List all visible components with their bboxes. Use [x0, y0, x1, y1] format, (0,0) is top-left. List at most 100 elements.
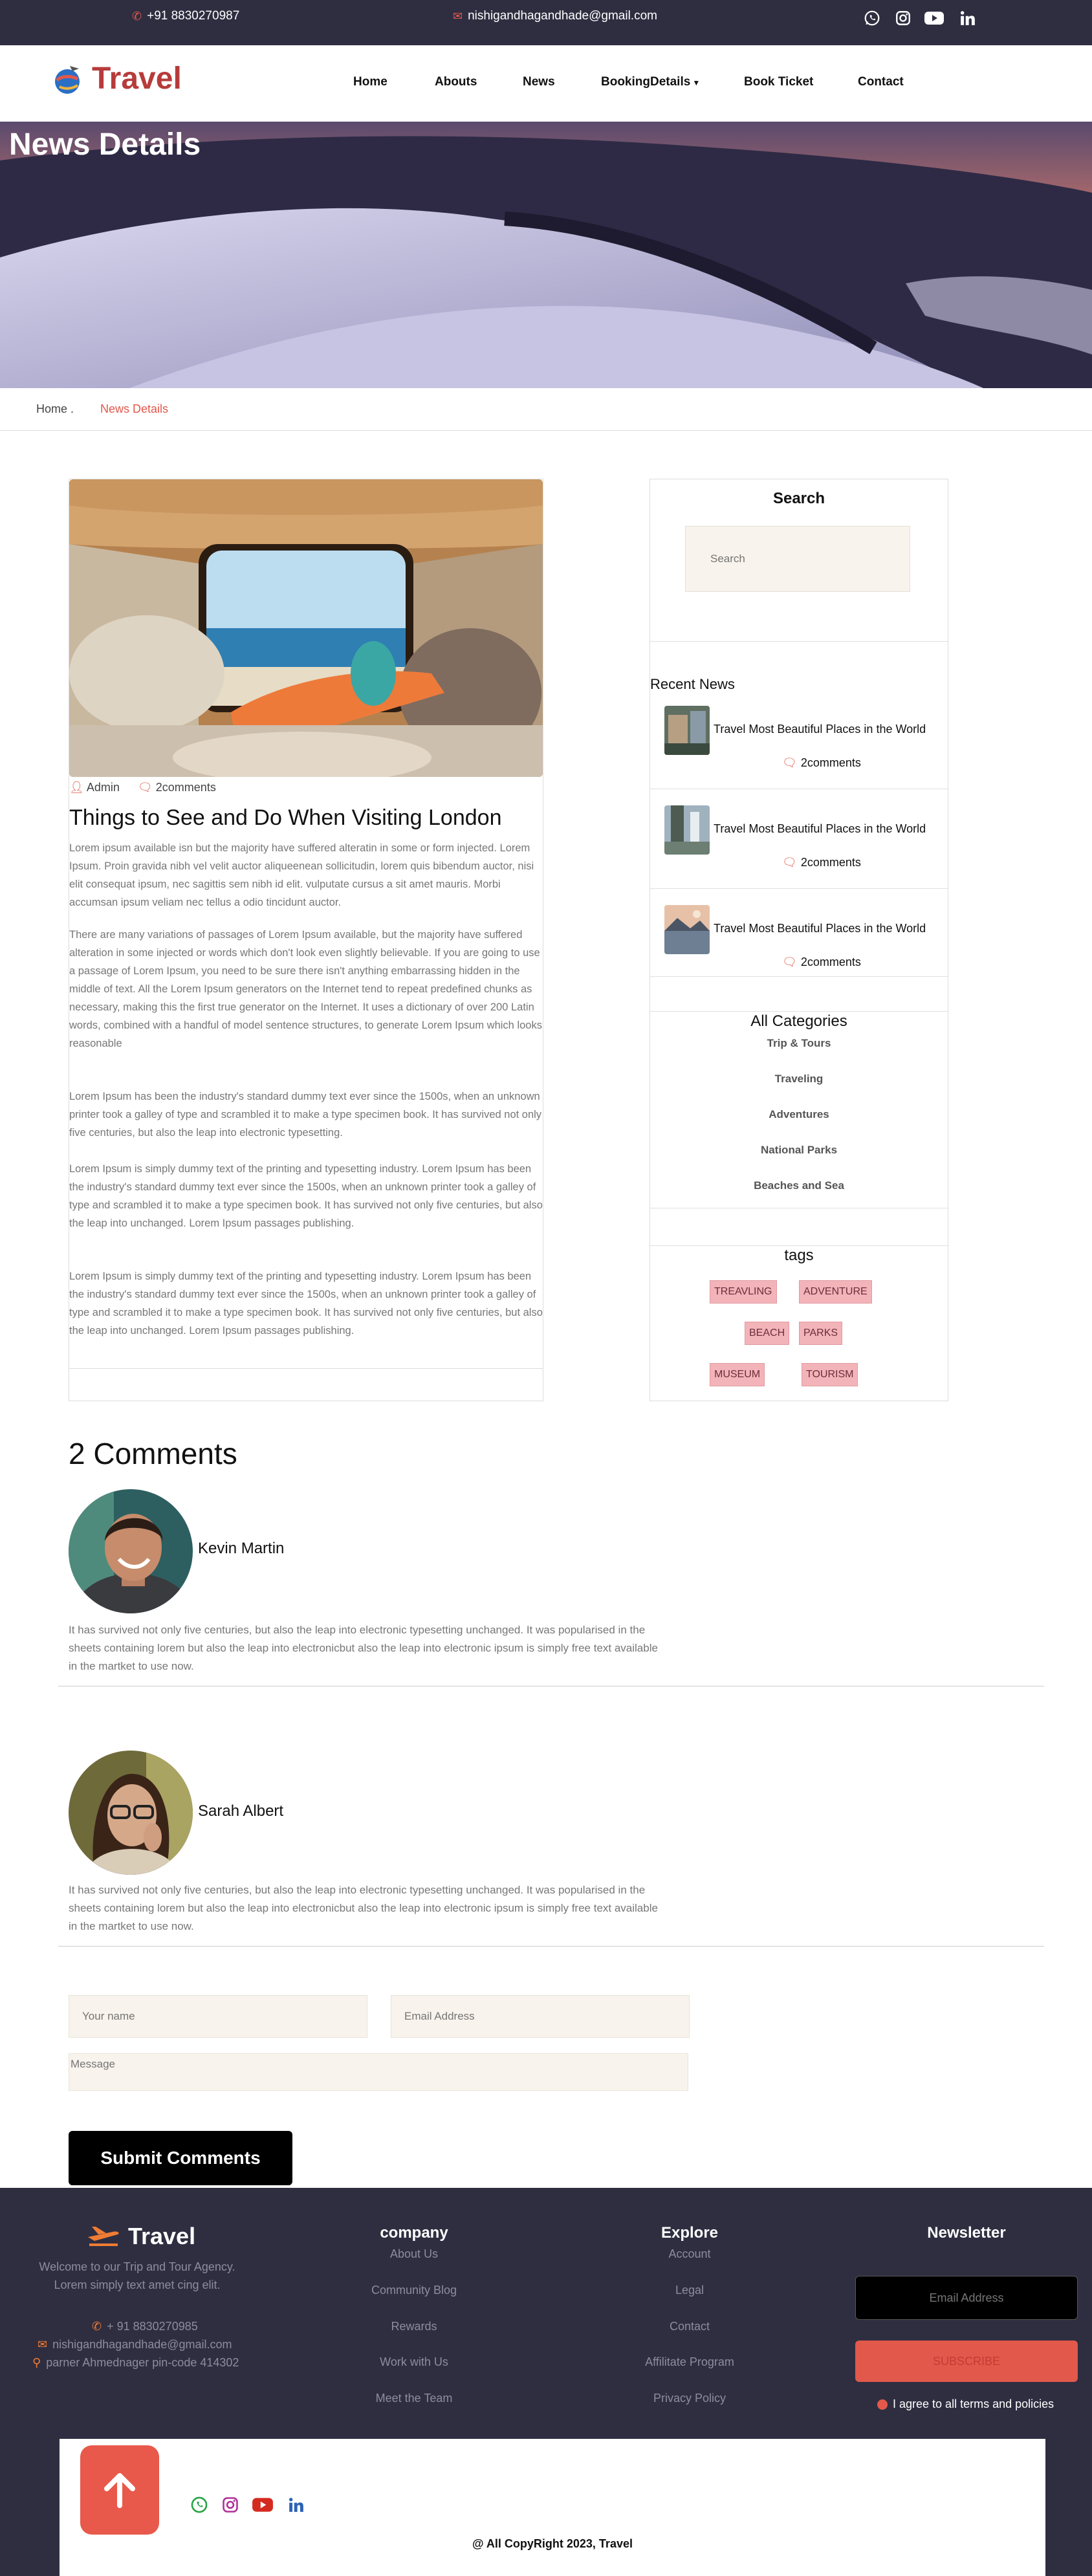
main-navbar: Travel Home Abouts News BookingDetails ▼ … [0, 45, 1092, 122]
footer-company-link[interactable]: Meet the Team [317, 2392, 511, 2405]
nav-home[interactable]: Home [353, 75, 388, 89]
footer-explore-title: Explore [661, 2224, 719, 2242]
whatsapp-icon[interactable] [859, 5, 885, 31]
sidebar-divider [650, 976, 948, 977]
comments-icon: 🗨︎ [137, 781, 153, 794]
recent-news-comments-text: 2comments [800, 756, 861, 769]
checkbox-icon [877, 2399, 888, 2410]
footer-company-link[interactable]: Rewards [317, 2320, 511, 2333]
nav-news[interactable]: News [523, 75, 555, 89]
breadcrumb-home[interactable]: Home . [36, 402, 74, 416]
footer-explore-link[interactable]: Account [593, 2247, 787, 2261]
footer-company-link[interactable]: About Us [317, 2247, 511, 2261]
message-field-wrapper [69, 2053, 688, 2091]
article-comments-count[interactable]: 🗨︎ 2comments [138, 781, 216, 794]
recent-news-title: Recent News [650, 676, 735, 692]
submit-comments-button[interactable]: Submit Comments [69, 2131, 292, 2185]
tag-chip[interactable]: BEACH [745, 1322, 790, 1345]
comment-divider [58, 1946, 1044, 1947]
recent-news-thumb [664, 905, 710, 954]
nav-bookingdetails[interactable]: BookingDetails ▼ [601, 75, 700, 89]
subscribe-button[interactable]: SUBSCRIBE [855, 2341, 1078, 2382]
topbar-email[interactable]: ✉ nishigandhagandhade@gmail.com [453, 9, 657, 23]
youtube-icon[interactable] [921, 5, 947, 31]
terms-checkbox[interactable]: I agree to all terms and policies [877, 2397, 1054, 2411]
envelope-icon: ✉ [453, 9, 463, 23]
article-author[interactable]: 👤︎ Admin [69, 781, 120, 794]
search-input[interactable] [686, 527, 910, 591]
email-input[interactable] [391, 1996, 689, 2037]
tag-chip[interactable]: MUSEUM [710, 1363, 765, 1386]
sidebar-divider [650, 888, 948, 889]
tag-chip[interactable]: TREAVLING [710, 1280, 777, 1304]
user-icon: 👤︎ [69, 781, 84, 794]
footer-about-line: Welcome to our Trip and Tour Agency. [39, 2260, 235, 2273]
recent-news-item[interactable]: Travel Most Beautiful Places in the Worl… [663, 706, 935, 777]
globe-logo-icon [55, 65, 80, 94]
footer-logo[interactable]: Travel [87, 2223, 195, 2250]
recent-news-comments: 🗨︎ 2comments [782, 756, 861, 770]
footer-address: ⚲ parner Ahmednager pin-code 414302 [32, 2356, 239, 2370]
footer-company-link[interactable]: Community Blog [317, 2284, 511, 2297]
footer-explore-link[interactable]: Affilitate Program [593, 2355, 787, 2369]
footer-explore-link[interactable]: Legal [593, 2284, 787, 2297]
recent-news-item[interactable]: Travel Most Beautiful Places in the Worl… [663, 805, 935, 877]
recent-news-thumb [664, 706, 710, 755]
footer-bottom: @ All CopyRight 2023, Travel [60, 2439, 1045, 2576]
category-link[interactable]: Beaches and Sea [650, 1179, 948, 1192]
recent-news-comments: 🗨︎ 2comments [782, 856, 861, 869]
nav-contact[interactable]: Contact [858, 75, 904, 89]
tag-chip[interactable]: TOURISM [802, 1363, 858, 1386]
category-link[interactable]: Adventures [650, 1108, 948, 1121]
instagram-icon[interactable] [890, 5, 916, 31]
footer-phone[interactable]: ✆ + 91 8830270985 [92, 2320, 198, 2333]
categories-title: All Categories [750, 1012, 847, 1030]
tag-chip[interactable]: PARKS [799, 1322, 843, 1345]
category-link[interactable]: Traveling [650, 1073, 948, 1086]
nav-bookingdetails-label: BookingDetails [601, 75, 691, 89]
topbar-phone-text: +91 8830270987 [147, 9, 240, 23]
footer-company-link[interactable]: Work with Us [317, 2355, 511, 2369]
sidebar-divider [650, 1011, 948, 1012]
site-logo[interactable]: Travel [50, 61, 182, 96]
whatsapp-icon[interactable] [186, 2492, 212, 2518]
page-title: News Details [9, 127, 201, 162]
avatar [69, 1751, 193, 1875]
footer-email-text: nishigandhagandhade@gmail.com [52, 2338, 232, 2351]
footer-email[interactable]: ✉ nishigandhagandhade@gmail.com [38, 2338, 232, 2352]
linkedin-icon[interactable] [283, 2492, 309, 2518]
article-author-text: Admin [86, 781, 120, 794]
nav-abouts[interactable]: Abouts [435, 75, 477, 89]
article-image [69, 479, 543, 777]
article-paragraph: Lorem Ipsum is simply dummy text of the … [69, 1271, 543, 1337]
recent-news-comments: 🗨︎ 2comments [782, 955, 861, 969]
message-textarea[interactable] [71, 2054, 688, 2090]
category-link[interactable]: Trip & Tours [650, 1037, 948, 1050]
arrow-up-icon [104, 2473, 135, 2508]
footer-explore-link[interactable]: Privacy Policy [593, 2392, 787, 2405]
comment-author: Sarah Albert [198, 1802, 284, 1820]
sidebar: Search Recent News Travel Most Beautiful… [650, 479, 948, 1401]
logo-text: Travel [92, 61, 182, 96]
article-paragraph: There are many variations of passages of… [69, 929, 542, 1049]
linkedin-icon[interactable] [955, 5, 981, 31]
avatar [69, 1489, 193, 1613]
comment-text: It has survived not only five centuries,… [69, 1624, 658, 1672]
topbar-phone[interactable]: ✆ +91 8830270987 [132, 9, 239, 23]
tag-chip[interactable]: ADVENTURE [799, 1280, 872, 1304]
footer-logo-text: Travel [128, 2223, 196, 2249]
name-input[interactable] [69, 1996, 367, 2037]
youtube-icon[interactable] [250, 2492, 276, 2518]
footer-explore-link[interactable]: Contact [593, 2320, 787, 2333]
newsletter-email-input[interactable] [856, 2276, 1077, 2319]
instagram-icon[interactable] [217, 2492, 243, 2518]
phone-icon: ✆ [92, 2320, 102, 2333]
recent-news-item[interactable]: Travel Most Beautiful Places in the Worl… [663, 905, 935, 976]
phone-icon: ✆ [132, 9, 142, 23]
topbar-email-text: nishigandhagandhade@gmail.com [468, 9, 657, 23]
article-title: Things to See and Do When Visiting Londo… [69, 805, 502, 830]
article-divider [69, 1368, 543, 1369]
scroll-to-top-button[interactable] [80, 2445, 159, 2535]
category-link[interactable]: National Parks [650, 1144, 948, 1157]
nav-book-ticket[interactable]: Book Ticket [744, 75, 813, 89]
